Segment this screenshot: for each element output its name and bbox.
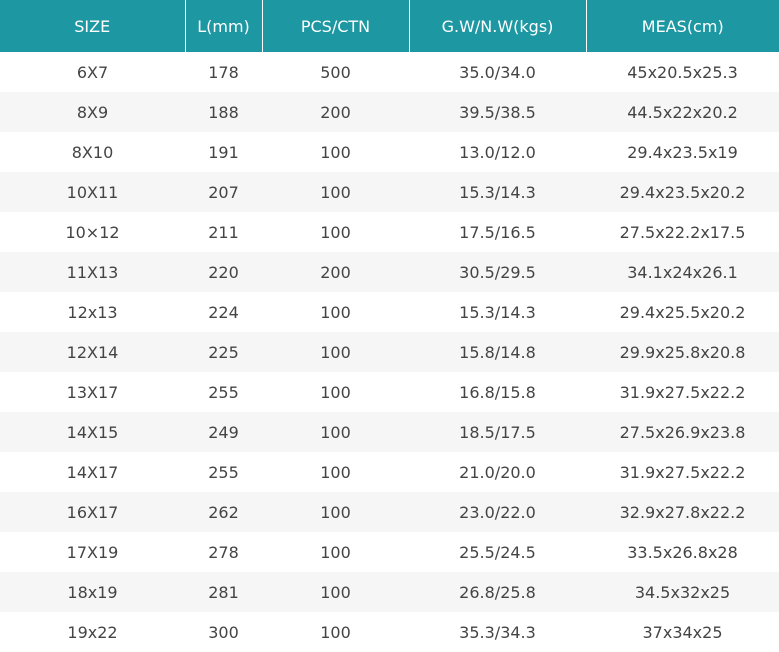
cell-weight: 15.8/14.8	[459, 342, 536, 362]
cell-weight: 35.0/34.0	[459, 62, 536, 82]
cell-measurement: 29.4x23.5x20.2	[619, 182, 746, 202]
cell-size: 12X14	[66, 342, 119, 362]
cell-weight: 17.5/16.5	[459, 222, 536, 242]
table-row: 8X9 188 200 39.5/38.5 44.5x22x20.2	[0, 92, 779, 132]
table-body: 6X7 178 500 35.0/34.0 45x20.5x25.3 8X9 188 200 3…	[0, 52, 779, 652]
cell-weight: 25.5/24.5	[459, 542, 536, 562]
cell-length: 255	[208, 382, 239, 402]
cell-pcs-per-carton: 100	[320, 342, 351, 362]
cell-pcs-per-carton: 100	[320, 142, 351, 162]
cell-weight: 39.5/38.5	[459, 102, 536, 122]
cell-weight: 26.8/25.8	[459, 582, 536, 602]
cell-weight: 13.0/12.0	[459, 142, 536, 162]
header-row: SIZE L(mm) PCS/CTN G.W/N.W(kgs) MEAS(cm)	[0, 0, 779, 52]
cell-measurement: 33.5x26.8x28	[627, 542, 738, 562]
cell-pcs-per-carton: 100	[320, 382, 351, 402]
cell-size: 10X11	[66, 182, 119, 202]
cell-pcs-per-carton: 200	[320, 262, 351, 282]
table-row: 12x13 224 100 15.3/14.3 29.4x25.5x20.2	[0, 292, 779, 332]
cell-measurement: 29.4x23.5x19	[627, 142, 738, 162]
cell-pcs-per-carton: 100	[320, 622, 351, 642]
cell-pcs-per-carton: 100	[320, 542, 351, 562]
cell-size: 12x13	[67, 302, 118, 322]
cell-size: 16X17	[66, 502, 119, 522]
cell-length: 255	[208, 462, 239, 482]
cell-size: 17X19	[66, 542, 119, 562]
cell-length: 220	[208, 262, 239, 282]
cell-length: 225	[208, 342, 239, 362]
cell-length: 191	[208, 142, 239, 162]
cell-size: 14X17	[66, 462, 119, 482]
cell-weight: 21.0/20.0	[459, 462, 536, 482]
cell-pcs-per-carton: 100	[320, 582, 351, 602]
table-row: 13X17 255 100 16.8/15.8 31.9x27.5x22.2	[0, 372, 779, 412]
cell-size: 11X13	[66, 262, 119, 282]
cell-weight: 18.5/17.5	[459, 422, 536, 442]
cell-measurement: 29.4x25.5x20.2	[619, 302, 746, 322]
cell-measurement: 27.5x22.2x17.5	[619, 222, 746, 242]
table-row: 18x19 281 100 26.8/25.8 34.5x32x25	[0, 572, 779, 612]
cell-measurement: 32.9x27.8x22.2	[619, 502, 746, 522]
cell-length: 281	[208, 582, 239, 602]
cell-pcs-per-carton: 100	[320, 502, 351, 522]
header-pcs-per-carton: PCS/CTN	[261, 0, 409, 52]
table-header: SIZE L(mm) PCS/CTN G.W/N.W(kgs) MEAS(cm)	[0, 0, 779, 52]
table-row: 14X15 249 100 18.5/17.5 27.5x26.9x23.8	[0, 412, 779, 452]
table-row: 11X13 220 200 30.5/29.5 34.1x24x26.1	[0, 252, 779, 292]
table-row: 19x22 300 100 35.3/34.3 37x34x25	[0, 612, 779, 652]
cell-weight: 15.3/14.3	[459, 182, 536, 202]
table-row: 16X17 262 100 23.0/22.0 32.9x27.8x22.2	[0, 492, 779, 532]
cell-length: 249	[208, 422, 239, 442]
cell-measurement: 31.9x27.5x22.2	[619, 382, 746, 402]
table-row: 17X19 278 100 25.5/24.5 33.5x26.8x28	[0, 532, 779, 572]
cell-size: 8X10	[71, 142, 114, 162]
cell-measurement: 34.1x24x26.1	[627, 262, 738, 282]
cell-pcs-per-carton: 200	[320, 102, 351, 122]
cell-measurement: 29.9x25.8x20.8	[619, 342, 746, 362]
table-row: 6X7 178 500 35.0/34.0 45x20.5x25.3	[0, 52, 779, 92]
cell-weight: 30.5/29.5	[459, 262, 536, 282]
cell-pcs-per-carton: 500	[320, 62, 351, 82]
cell-size: 14X15	[66, 422, 119, 442]
table-row: 12X14 225 100 15.8/14.8 29.9x25.8x20.8	[0, 332, 779, 372]
spec-table: SIZE L(mm) PCS/CTN G.W/N.W(kgs) MEAS(cm)…	[0, 0, 779, 652]
table-row: 10×12 211 100 17.5/16.5 27.5x22.2x17.5	[0, 212, 779, 252]
cell-pcs-per-carton: 100	[320, 222, 351, 242]
cell-measurement: 45x20.5x25.3	[627, 62, 738, 82]
cell-weight: 15.3/14.3	[459, 302, 536, 322]
table-row: 14X17 255 100 21.0/20.0 31.9x27.5x22.2	[0, 452, 779, 492]
cell-size: 13X17	[66, 382, 119, 402]
cell-size: 6X7	[76, 62, 109, 82]
header-length: L(mm)	[184, 0, 262, 52]
cell-pcs-per-carton: 100	[320, 302, 351, 322]
cell-length: 178	[208, 62, 239, 82]
cell-measurement: 27.5x26.9x23.8	[619, 422, 746, 442]
cell-length: 262	[208, 502, 239, 522]
cell-measurement: 44.5x22x20.2	[627, 102, 738, 122]
table-row: 8X10 191 100 13.0/12.0 29.4x23.5x19	[0, 132, 779, 172]
cell-weight: 16.8/15.8	[459, 382, 536, 402]
cell-length: 278	[208, 542, 239, 562]
cell-size: 19x22	[67, 622, 118, 642]
cell-measurement: 37x34x25	[642, 622, 723, 642]
cell-size: 8X9	[76, 102, 109, 122]
cell-size: 18x19	[67, 582, 118, 602]
table-row: 10X11 207 100 15.3/14.3 29.4x23.5x20.2	[0, 172, 779, 212]
cell-length: 224	[208, 302, 239, 322]
header-measurement: MEAS(cm)	[585, 0, 779, 52]
header-size: SIZE	[74, 16, 111, 36]
cell-length: 211	[208, 222, 239, 242]
cell-weight: 35.3/34.3	[459, 622, 536, 642]
cell-measurement: 34.5x32x25	[634, 582, 731, 602]
cell-length: 207	[208, 182, 239, 202]
header-weight: G.W/N.W(kgs)	[408, 0, 586, 52]
cell-length: 300	[208, 622, 239, 642]
cell-pcs-per-carton: 100	[320, 422, 351, 442]
cell-pcs-per-carton: 100	[320, 462, 351, 482]
cell-length: 188	[208, 102, 239, 122]
cell-size: 10×12	[65, 222, 120, 242]
cell-weight: 23.0/22.0	[459, 502, 536, 522]
cell-measurement: 31.9x27.5x22.2	[619, 462, 746, 482]
cell-pcs-per-carton: 100	[320, 182, 351, 202]
